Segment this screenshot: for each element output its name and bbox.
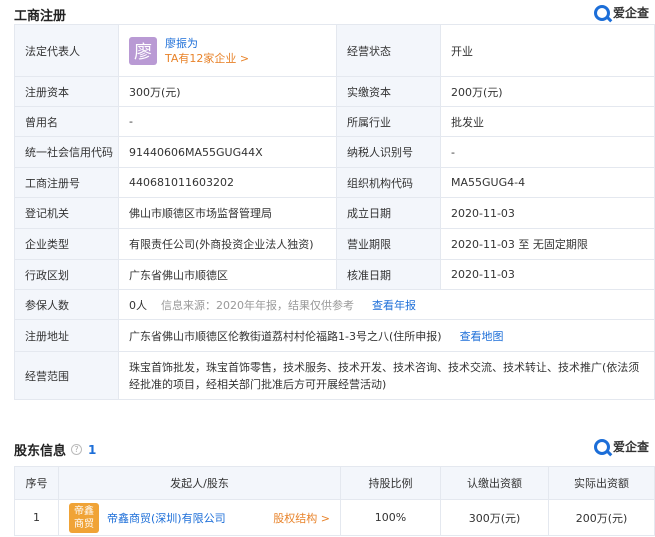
field-value: 2020-11-03 bbox=[440, 197, 655, 229]
field-value: 广东省佛山市顺德区 bbox=[118, 259, 337, 290]
field-label: 行政区划 bbox=[14, 259, 119, 290]
avatar: 廖 bbox=[129, 36, 157, 65]
legal-rep-companies-link[interactable]: TA有12家企业 > bbox=[165, 51, 249, 66]
column-header: 持股比例 bbox=[340, 466, 441, 500]
field-label: 注册资本 bbox=[14, 76, 119, 107]
shareholders-title-text: 股东信息 bbox=[14, 444, 67, 459]
field-label: 营业期限 bbox=[336, 228, 441, 260]
shareholder-name[interactable]: 帝鑫商贸(深圳)有限公司 bbox=[107, 510, 226, 526]
field-label: 统一社会信用代码 bbox=[14, 136, 119, 168]
field-label: 工商注册号 bbox=[14, 167, 119, 198]
help-icon[interactable]: ? bbox=[71, 444, 83, 455]
column-header: 序号 bbox=[14, 466, 59, 500]
brand-name: 爱企查 bbox=[612, 440, 649, 454]
registration-title: 工商注册 bbox=[14, 9, 67, 24]
insured-value: 0人 bbox=[129, 298, 147, 312]
field-value: - bbox=[440, 136, 655, 168]
shareholders-title: 股东信息 ? 1 bbox=[14, 440, 97, 460]
equity-structure-link[interactable]: 股权结构 > bbox=[273, 510, 330, 526]
search-icon bbox=[593, 4, 610, 21]
search-icon bbox=[593, 438, 610, 455]
address-label: 注册地址 bbox=[14, 319, 119, 352]
insured-source: 信息来源：2020年年报，结果仅供参考 bbox=[161, 298, 354, 312]
field-label: 企业类型 bbox=[14, 228, 119, 260]
legal-rep-name[interactable]: 廖振为 bbox=[165, 36, 249, 51]
field-value: 91440606MA55GUG44X bbox=[118, 136, 337, 168]
shareholder-count: 1 bbox=[88, 442, 97, 457]
address-value: 广东省佛山市顺德区伦教街道荔村村伦福路1-3号之八(住所申报) bbox=[129, 329, 442, 343]
brand-logo[interactable]: 爱企查 bbox=[593, 4, 649, 21]
column-header: 实际出资额 bbox=[548, 466, 655, 500]
table-row: 注册地址 广东省佛山市顺德区伦教街道荔村村伦福路1-3号之八(住所申报) 查看地图 bbox=[14, 319, 655, 352]
field-value: 440681011603202 bbox=[118, 167, 337, 198]
field-label: 所属行业 bbox=[336, 106, 441, 137]
address-cell: 广东省佛山市顺德区伦教街道荔村村伦福路1-3号之八(住所申报) 查看地图 bbox=[118, 319, 655, 352]
insured-cell: 0人 信息来源：2020年年报，结果仅供参考 查看年报 bbox=[118, 289, 655, 320]
holding-ratio: 100% bbox=[340, 499, 441, 536]
table-row: 行政区划 广东省佛山市顺德区 核准日期 2020-11-03 bbox=[14, 259, 655, 290]
field-value: 2020-11-03 bbox=[440, 259, 655, 290]
field-label: 成立日期 bbox=[336, 197, 441, 229]
shareholders-table: 序号 发起人/股东 持股比例 认缴出资额 实际出资额 1 帝鑫 商贸 帝鑫商贸(… bbox=[14, 466, 655, 536]
company-logo: 帝鑫 商贸 bbox=[69, 502, 99, 533]
table-row: 参保人数 0人 信息来源：2020年年报，结果仅供参考 查看年报 bbox=[14, 289, 655, 320]
field-value: - bbox=[118, 106, 337, 137]
legal-rep-cell: 廖 廖振为 TA有12家企业 > bbox=[118, 24, 337, 77]
table-row: 统一社会信用代码 91440606MA55GUG44X 纳税人识别号 - bbox=[14, 136, 655, 168]
view-annual-report-link[interactable]: 查看年报 bbox=[372, 299, 416, 312]
paid-capital: 200万(元) bbox=[548, 499, 655, 536]
column-header: 发起人/股东 bbox=[58, 466, 341, 500]
insured-label: 参保人数 bbox=[14, 289, 119, 320]
legal-rep-label: 法定代表人 bbox=[14, 24, 119, 77]
field-value: 佛山市顺德区市场监督管理局 bbox=[118, 197, 337, 229]
scope-value: 珠宝首饰批发，珠宝首饰零售，技术服务、技术开发、技术咨询、技术交流、技术转让、技… bbox=[118, 351, 655, 400]
field-value: 200万(元) bbox=[440, 76, 655, 107]
field-label: 组织机构代码 bbox=[336, 167, 441, 198]
company-logo-line1: 帝鑫 bbox=[74, 505, 94, 517]
scope-label: 经营范围 bbox=[14, 351, 119, 400]
field-value: 300万(元) bbox=[118, 76, 337, 107]
shareholder-cell: 帝鑫 商贸 帝鑫商贸(深圳)有限公司 股权结构 > bbox=[58, 499, 341, 536]
status-value: 开业 bbox=[440, 24, 655, 77]
status-label: 经营状态 bbox=[336, 24, 441, 77]
field-value: 2020-11-03 至 无固定期限 bbox=[440, 228, 655, 260]
table-row: 经营范围 珠宝首饰批发，珠宝首饰零售，技术服务、技术开发、技术咨询、技术交流、技… bbox=[14, 351, 655, 400]
table-row: 登记机关 佛山市顺德区市场监督管理局 成立日期 2020-11-03 bbox=[14, 197, 655, 229]
field-value: 有限责任公司(外商投资企业法人独资) bbox=[118, 228, 337, 260]
company-logo-line2: 商贸 bbox=[74, 518, 94, 530]
brand-name: 爱企查 bbox=[612, 6, 649, 20]
field-label: 实缴资本 bbox=[336, 76, 441, 107]
field-label: 登记机关 bbox=[14, 197, 119, 229]
view-map-link[interactable]: 查看地图 bbox=[460, 330, 504, 343]
field-label: 曾用名 bbox=[14, 106, 119, 137]
registration-table: 法定代表人 廖 廖振为 TA有12家企业 > 经营状态 开业 注册资本 300万… bbox=[14, 24, 655, 400]
table-row: 企业类型 有限责任公司(外商投资企业法人独资) 营业期限 2020-11-03 … bbox=[14, 228, 655, 260]
column-header: 认缴出资额 bbox=[440, 466, 549, 500]
brand-logo[interactable]: 爱企查 bbox=[593, 438, 649, 455]
row-index: 1 bbox=[14, 499, 59, 536]
table-row: 工商注册号 440681011603202 组织机构代码 MA55GUG4-4 bbox=[14, 167, 655, 198]
table-row: 曾用名 - 所属行业 批发业 bbox=[14, 106, 655, 137]
field-label: 核准日期 bbox=[336, 259, 441, 290]
table-row: 注册资本 300万(元) 实缴资本 200万(元) bbox=[14, 76, 655, 107]
table-row: 法定代表人 廖 廖振为 TA有12家企业 > 经营状态 开业 bbox=[14, 24, 655, 77]
table-header-row: 序号 发起人/股东 持股比例 认缴出资额 实际出资额 bbox=[14, 466, 655, 500]
field-value: MA55GUG4-4 bbox=[440, 167, 655, 198]
field-label: 纳税人识别号 bbox=[336, 136, 441, 168]
table-row: 1 帝鑫 商贸 帝鑫商贸(深圳)有限公司 股权结构 > 100% 300万(元)… bbox=[14, 499, 655, 536]
field-value: 批发业 bbox=[440, 106, 655, 137]
subscribed-capital: 300万(元) bbox=[440, 499, 549, 536]
